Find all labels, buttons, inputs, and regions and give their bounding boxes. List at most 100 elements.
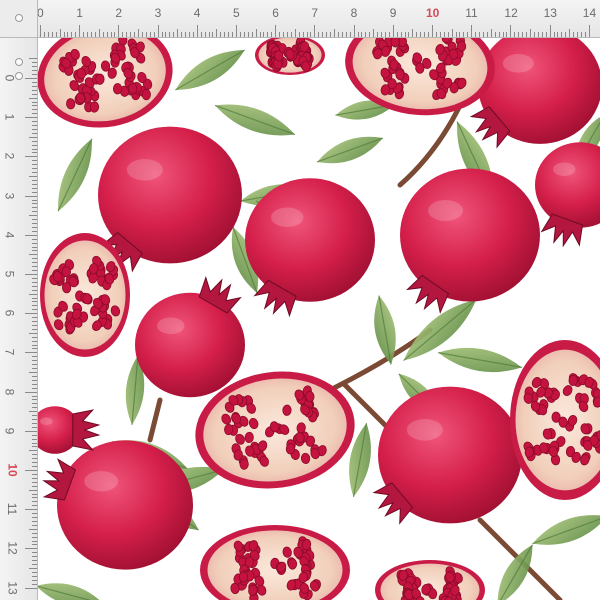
ruler-tick bbox=[32, 524, 37, 526]
ruler-tick bbox=[32, 348, 37, 350]
ruler-tick bbox=[32, 575, 37, 577]
ruler-tick bbox=[32, 85, 37, 87]
ruler-tick bbox=[29, 254, 37, 256]
ruler-left-number: 6 bbox=[2, 309, 17, 317]
ruler-tick bbox=[306, 32, 308, 37]
ruler-tick bbox=[177, 29, 179, 37]
ruler-tick bbox=[243, 32, 245, 37]
ruler-tick bbox=[212, 32, 214, 37]
pomegranate-half bbox=[200, 525, 350, 600]
ruler-tick bbox=[32, 81, 37, 83]
ruler-top: 0 1 2 3 4 5 6 7 8 9 10 11 12 13 14 bbox=[0, 0, 600, 38]
leaf-icon bbox=[175, 49, 245, 91]
ruler-tick bbox=[32, 172, 37, 174]
ruler-tick bbox=[420, 32, 422, 37]
ruler-tick bbox=[32, 383, 37, 385]
ruler-tick bbox=[220, 32, 222, 37]
ruler-tick bbox=[392, 25, 394, 37]
leaf-icon bbox=[532, 515, 600, 545]
ruler-tick bbox=[471, 25, 473, 37]
ruler-tick bbox=[32, 544, 37, 546]
ruler-top-number: 5 bbox=[233, 6, 240, 20]
leaf-icon bbox=[57, 138, 93, 212]
ruler-tick bbox=[533, 32, 535, 37]
ruler-tick bbox=[310, 32, 312, 37]
ruler-tick bbox=[334, 29, 335, 37]
pomegranate-whole bbox=[135, 276, 245, 398]
ruler-tick bbox=[588, 25, 590, 37]
pomegranate-seed bbox=[89, 101, 100, 113]
ruler-top-number: 0 bbox=[37, 6, 44, 20]
fruits bbox=[30, 14, 600, 600]
ruler-tick bbox=[32, 407, 37, 409]
ruler-tick bbox=[32, 74, 37, 76]
ruler-tick bbox=[29, 568, 37, 569]
ruler-tick bbox=[326, 32, 328, 37]
ruler-tick bbox=[251, 32, 253, 37]
ruler-tick bbox=[32, 191, 37, 193]
ruler-tick bbox=[138, 29, 139, 37]
ruler-tick bbox=[47, 32, 49, 37]
ruler-tick bbox=[224, 32, 226, 37]
ruler-tick bbox=[526, 32, 528, 37]
ruler-tick bbox=[25, 234, 37, 236]
ruler-tick bbox=[141, 32, 143, 37]
ruler-tick bbox=[32, 473, 37, 475]
leaf-icon bbox=[214, 104, 296, 136]
ruler-tick bbox=[32, 179, 37, 181]
ruler-tick bbox=[25, 117, 37, 119]
ruler-tick bbox=[32, 277, 37, 279]
pomegranate-seed bbox=[238, 571, 249, 583]
ruler-tick bbox=[32, 532, 37, 534]
ruler-tick bbox=[32, 505, 37, 507]
ruler-left-number: 1 bbox=[2, 113, 17, 121]
ruler-tick bbox=[32, 552, 37, 554]
ruler-tick bbox=[247, 32, 249, 37]
ruler-tick bbox=[404, 32, 406, 37]
ruler-left-number: 10 bbox=[5, 463, 20, 477]
pomegranate-whole bbox=[535, 142, 600, 248]
ruler-tick bbox=[557, 32, 559, 37]
pomegranate-crown-icon bbox=[72, 409, 101, 451]
ruler-tick bbox=[192, 32, 194, 37]
ruler-tick bbox=[388, 32, 390, 37]
ruler-tick bbox=[32, 140, 37, 142]
ruler-left: 0 1 2 3 4 5 6 7 8 9 10 11 12 13 bbox=[0, 0, 38, 600]
ruler-tick bbox=[32, 340, 37, 342]
ruler-tick bbox=[67, 32, 69, 37]
ruler-tick bbox=[29, 215, 37, 217]
ruler-tick bbox=[208, 32, 210, 37]
ruler-tick bbox=[232, 32, 234, 37]
ruler-tick bbox=[283, 32, 285, 37]
ruler-tick bbox=[32, 199, 37, 201]
pomegranate-highlight bbox=[406, 419, 443, 441]
ruler-tick bbox=[25, 313, 37, 315]
ruler-tick bbox=[32, 109, 37, 111]
ruler-tick bbox=[32, 152, 37, 154]
ruler-tick bbox=[236, 25, 237, 37]
ruler-tick bbox=[185, 32, 187, 37]
ruler-tick bbox=[29, 293, 37, 295]
ruler-tick bbox=[314, 25, 316, 37]
ruler-top-number: 14 bbox=[582, 6, 597, 20]
ruler-tick bbox=[94, 32, 96, 37]
ruler-tick bbox=[32, 309, 37, 311]
ruler-tick bbox=[161, 32, 163, 37]
ruler-tick bbox=[32, 344, 37, 346]
ruler-tick bbox=[349, 32, 351, 37]
ruler-tick bbox=[32, 466, 37, 468]
ruler-tick bbox=[32, 477, 37, 479]
pomegranate-highlight bbox=[157, 317, 185, 334]
ruler-tick bbox=[32, 183, 37, 185]
ruler-tick bbox=[25, 470, 37, 471]
ruler-tick bbox=[32, 422, 37, 424]
pomegranate-skin bbox=[57, 440, 193, 570]
leaf-icon bbox=[36, 583, 104, 600]
ruler-tick bbox=[29, 450, 37, 452]
ruler-tick bbox=[29, 411, 37, 413]
pomegranate-whole bbox=[245, 178, 375, 318]
ruler-tick bbox=[494, 32, 496, 37]
ruler-tick bbox=[25, 78, 37, 79]
leaf-vein bbox=[57, 138, 93, 212]
ruler-tick bbox=[569, 29, 571, 37]
